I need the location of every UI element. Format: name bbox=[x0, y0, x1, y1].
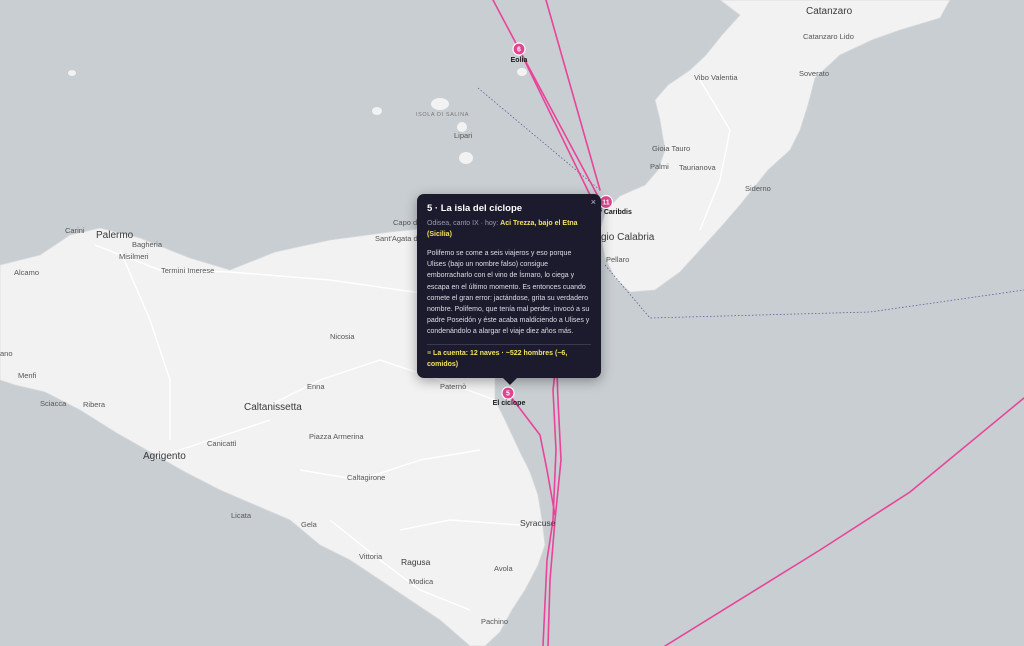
label-soverato: Soverato bbox=[799, 69, 829, 78]
marker-label: El cíclope bbox=[493, 400, 526, 407]
label-paterno: Paternò bbox=[440, 382, 466, 391]
label-nicosia: Nicosia bbox=[330, 332, 355, 341]
island bbox=[68, 70, 76, 76]
label-gela: Gela bbox=[301, 520, 318, 529]
label-termini: Termini Imerese bbox=[161, 266, 214, 275]
popup-body: Polifemo se come a seis viajeros y eso p… bbox=[427, 250, 590, 336]
close-icon[interactable]: × bbox=[591, 197, 596, 207]
label-taurianova: Taurianova bbox=[679, 163, 717, 172]
popup-divider bbox=[427, 343, 591, 345]
popup-count-text: La cuenta: 12 naves · ~522 hombres (−6, … bbox=[427, 349, 568, 368]
label-palermo: Palermo bbox=[96, 230, 134, 241]
label-gioia-tauro: Gioia Tauro bbox=[652, 144, 690, 153]
label-isola-salina: ISOLA DI SALINA bbox=[416, 112, 469, 118]
marker-number: 11 bbox=[602, 200, 610, 207]
label-modica: Modica bbox=[409, 577, 434, 586]
label-mazara: ano bbox=[0, 349, 13, 358]
label-caltagirone: Caltagirone bbox=[347, 473, 385, 482]
label-pellaro: Pellaro bbox=[606, 255, 629, 264]
marker-label: y Caribdis bbox=[598, 209, 632, 216]
popup-source: Odisea, canto IX · hoy: bbox=[427, 220, 499, 227]
label-vibo-valentia: Vibo Valentia bbox=[694, 73, 738, 82]
list-icon: ≡ bbox=[427, 349, 432, 357]
label-agrigento: Agrigento bbox=[143, 451, 186, 462]
island bbox=[431, 98, 449, 110]
label-sciacca: Sciacca bbox=[40, 399, 67, 408]
label-menfi: Menfi bbox=[18, 371, 37, 380]
label-ragusa: Ragusa bbox=[401, 557, 431, 567]
label-pachino: Pachino bbox=[481, 617, 508, 626]
marker-number: 5 bbox=[506, 391, 510, 398]
label-enna: Enna bbox=[307, 382, 325, 391]
label-catanzaro: Catanzaro bbox=[806, 6, 853, 17]
label-vittoria: Vittoria bbox=[359, 552, 383, 561]
label-piazza: Piazza Armerina bbox=[309, 432, 364, 441]
label-catanzaro-lido: Catanzaro Lido bbox=[803, 32, 854, 41]
label-misilmeri: Misilmeri bbox=[119, 252, 149, 261]
label-alcamo: Alcamo bbox=[14, 268, 39, 277]
label-licata: Licata bbox=[231, 511, 252, 520]
label-canicatti: Canicattì bbox=[207, 439, 237, 448]
label-avola: Avola bbox=[494, 564, 513, 573]
island bbox=[459, 152, 473, 164]
label-bagheria: Bagheria bbox=[132, 240, 163, 249]
label-capo: Capo d bbox=[393, 218, 417, 227]
label-reggio: gio Calabria bbox=[601, 232, 655, 243]
label-siderno: Siderno bbox=[745, 184, 771, 193]
label-syracuse: Syracuse bbox=[520, 518, 556, 528]
popup-subtitle: Odisea, canto IX · hoy: Aci Trezza, bajo… bbox=[427, 218, 591, 240]
popup-title: 5 · La isla del cíclope bbox=[427, 203, 523, 214]
marker-label: Eolia bbox=[511, 57, 528, 64]
popup-count: ≡ La cuenta: 12 naves · ~522 hombres (−6… bbox=[427, 348, 591, 370]
island bbox=[372, 107, 382, 115]
island bbox=[517, 68, 527, 76]
label-ribera: Ribera bbox=[83, 400, 106, 409]
label-palmi: Palmi bbox=[650, 162, 669, 171]
stop-popup: × 5 · La isla del cíclope Odisea, canto … bbox=[417, 194, 601, 385]
marker-number: 6 bbox=[517, 47, 521, 54]
label-carini: Carini bbox=[65, 226, 85, 235]
label-caltanissetta: Caltanissetta bbox=[244, 402, 302, 413]
label-lipari: Lipari bbox=[454, 131, 473, 140]
